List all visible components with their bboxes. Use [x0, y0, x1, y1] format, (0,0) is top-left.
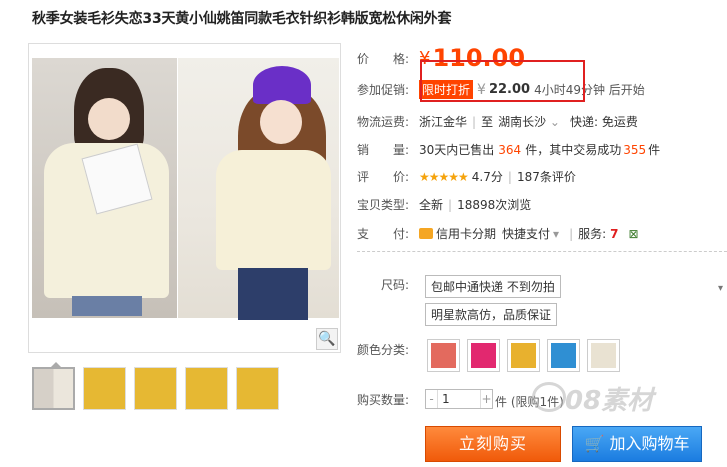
sales-success: 355 — [623, 142, 647, 157]
color-swatch-1[interactable] — [427, 339, 460, 372]
shipping-to-prefix: 至 — [481, 115, 494, 129]
cart-icon: 🛒 — [584, 434, 605, 453]
type-row: 宝贝类型: 全新 | 18898次浏览 — [357, 197, 532, 213]
thumbnail-2[interactable] — [83, 367, 126, 410]
sales-prefix: 30天内已售出 — [419, 143, 495, 157]
chevron-down-icon[interactable]: ▾ — [553, 227, 559, 241]
shipping-row: 物流运费: 浙江金华 | 至 湖南长沙 ⌄ 快递: 免运费 — [357, 113, 638, 130]
thumbnail-1[interactable] — [32, 367, 75, 410]
watermark: 08素材 — [565, 386, 654, 416]
seven-day-return-icon[interactable]: 7 — [610, 227, 618, 241]
shipping-to: 湖南长沙 — [498, 115, 547, 129]
rating-score: 4.7分 — [471, 170, 503, 184]
service-label: 服务: — [578, 227, 607, 241]
add-to-cart-label: 加入购物车 — [609, 434, 690, 453]
zoom-icon[interactable]: 🔍 — [316, 328, 338, 350]
thumbnail-3[interactable] — [134, 367, 177, 410]
quantity-plus-button[interactable]: + — [480, 390, 492, 408]
size-label: 尺码: — [381, 278, 410, 292]
shipping-to-select[interactable]: 湖南长沙 ⌄ — [498, 113, 560, 130]
quantity-stepper: - 1 + — [425, 389, 493, 409]
thumbnail-5[interactable] — [236, 367, 279, 410]
sales-label: 销 量: — [357, 143, 410, 157]
payment-label: 支 付: — [357, 227, 410, 241]
price-label: 价 格: — [357, 51, 410, 66]
credit-card-icon — [419, 228, 433, 239]
sales-unit: 件 — [648, 143, 661, 157]
rating-count[interactable]: 187条评价 — [517, 168, 576, 185]
thumbnail-strip — [32, 367, 279, 410]
divider — [357, 251, 727, 252]
shipping-label: 物流运费: — [357, 115, 410, 129]
main-product-image[interactable]: 🔍 — [28, 43, 341, 353]
guarantee-icon[interactable]: ⊠ — [629, 227, 639, 241]
rating-row: 评 价: ★★★★★ 4.7分 | 187条评价 — [357, 168, 576, 185]
thumbnail-4[interactable] — [185, 367, 228, 410]
product-photo-right — [178, 58, 339, 320]
sales-row: 销 量: 30天内已售出 364 件，其中交易成功 355 件 — [357, 141, 660, 158]
product-title: 秋季女装毛衫失恋33天黄小仙姚笛同款毛衣针织衫韩版宽松休闲外套 — [32, 11, 452, 27]
shipping-from: 浙江金华 — [419, 115, 468, 129]
color-swatch-4[interactable] — [547, 339, 580, 372]
quantity-minus-button[interactable]: - — [426, 390, 438, 408]
quantity-input[interactable]: 1 — [438, 390, 480, 408]
size-option-1[interactable]: 包邮中通快递 不到勿拍 — [425, 275, 561, 298]
quantity-label: 购买数量: — [357, 393, 410, 407]
sales-sold: 364 — [498, 142, 522, 157]
sales-mid: 件，其中交易成功 — [525, 143, 622, 157]
color-swatch-2[interactable] — [467, 339, 500, 372]
payment-row: 支 付: 信用卡分期 快捷支付 ▾ | 服务: 7 ⊠ — [357, 225, 639, 242]
add-to-cart-button[interactable]: 🛒 加入购物车 — [572, 426, 702, 462]
size-option-2[interactable]: 明星款高仿，品质保证 — [425, 303, 558, 326]
chevron-down-icon[interactable]: ▾ — [718, 283, 723, 294]
type-label: 宝贝类型: — [357, 198, 410, 212]
type-value: 全新 — [419, 198, 444, 212]
color-swatch-3[interactable] — [507, 339, 540, 372]
watermark-logo-icon — [532, 382, 566, 412]
payment-installment[interactable]: 信用卡分期 — [436, 225, 496, 242]
shipping-fee: 快递: 免运费 — [569, 115, 638, 129]
chevron-down-icon: ⌄ — [549, 115, 560, 129]
color-swatch-5[interactable] — [587, 339, 620, 372]
promo-label: 参加促销: — [357, 83, 410, 97]
rating-stars-icon: ★★★★★ — [419, 169, 469, 184]
buy-now-button[interactable]: 立刻购买 — [425, 426, 561, 462]
color-label: 颜色分类: — [357, 343, 410, 357]
rating-label: 评 价: — [357, 170, 410, 184]
payment-express[interactable]: 快捷支付 — [502, 225, 550, 242]
promo-highlight-box — [420, 60, 585, 102]
product-photo-left — [32, 58, 177, 318]
type-views: 18898次浏览 — [457, 198, 532, 212]
